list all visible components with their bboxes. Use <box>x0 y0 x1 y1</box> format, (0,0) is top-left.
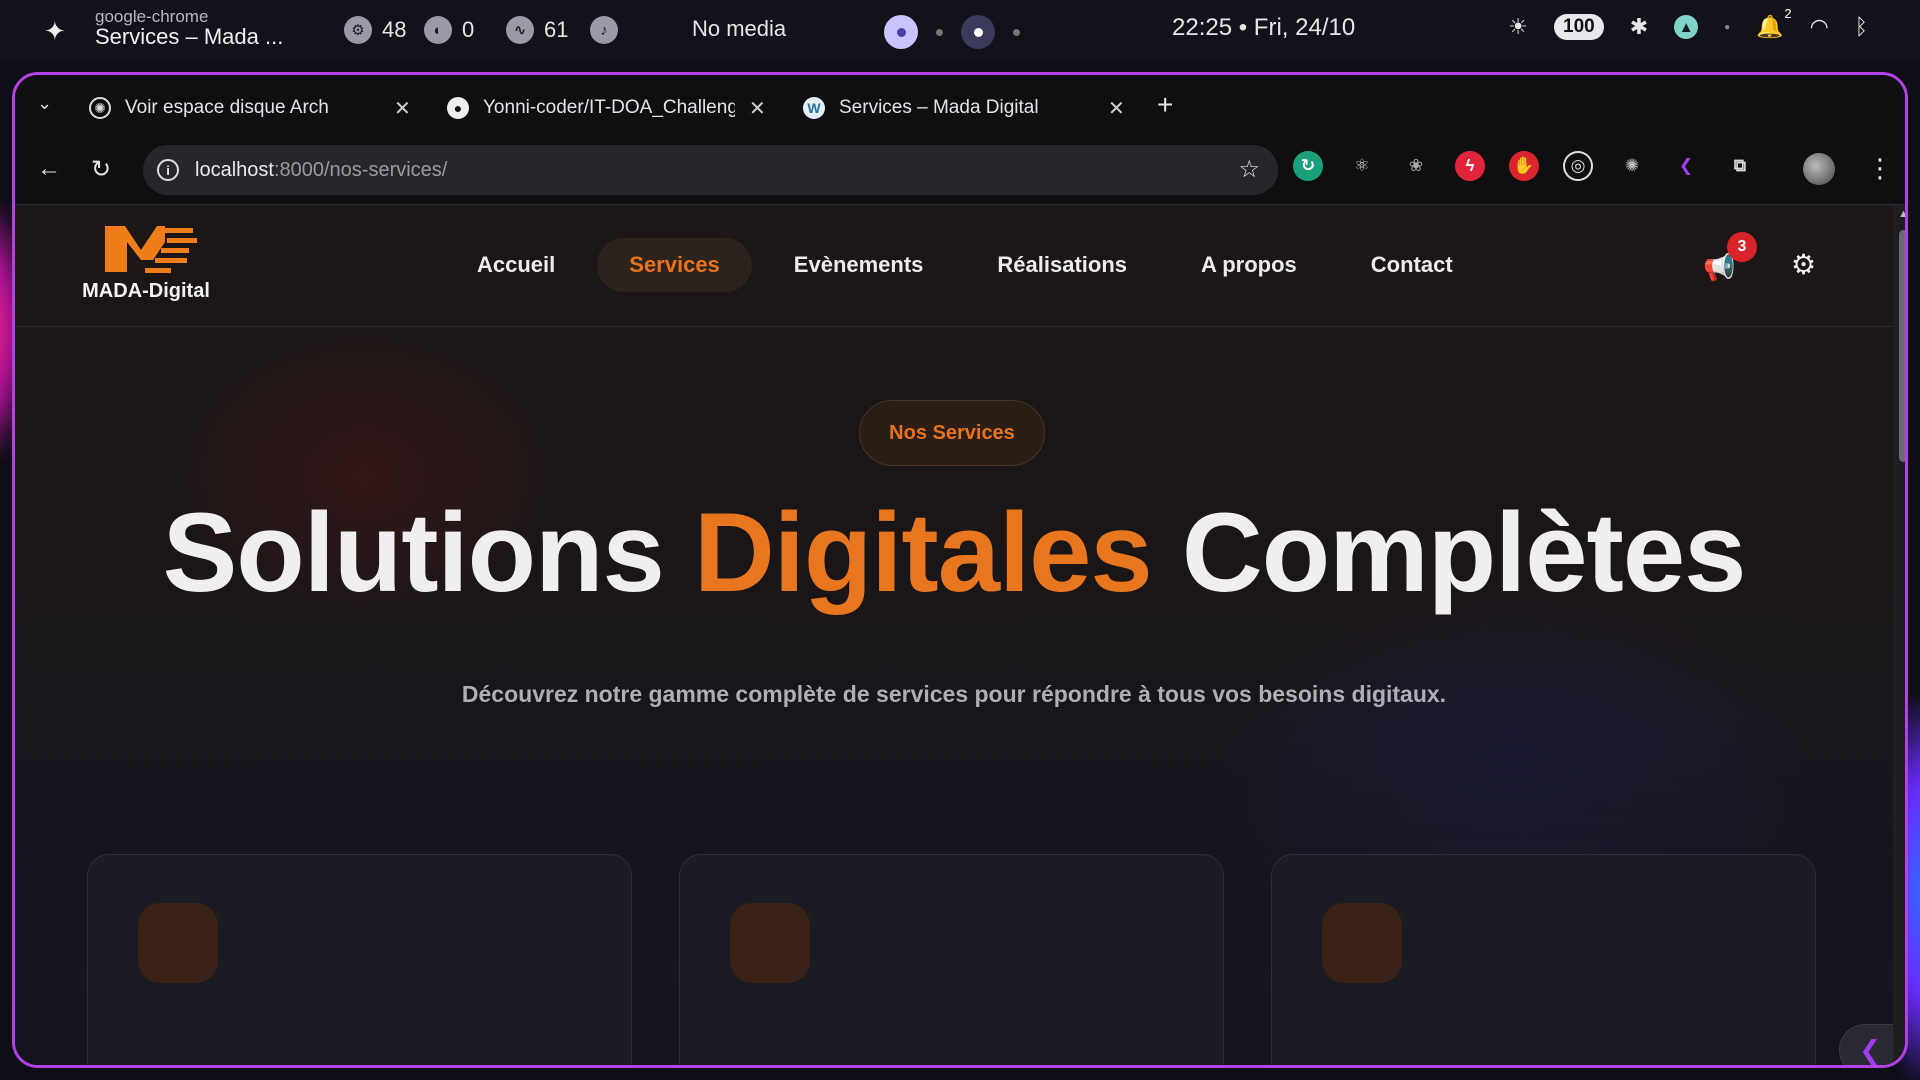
site-header: MADA-Digital Accueil Services Evènements… <box>15 206 1893 327</box>
notifications-icon[interactable]: 🔔 2 <box>1756 6 1792 40</box>
ram-stat: ∿ 61 <box>506 16 568 44</box>
workspace-1[interactable] <box>884 15 918 49</box>
tab-chatgpt[interactable]: ✺ Voir espace disque Arch ✕ <box>89 85 411 131</box>
ram-icon: ∿ <box>506 16 534 44</box>
nav-link-evenements[interactable]: Evènements <box>762 238 956 292</box>
window-title: Services – Mada ... <box>95 24 284 49</box>
close-tab-icon[interactable]: ✕ <box>749 96 766 121</box>
service-card[interactable] <box>1271 854 1816 1065</box>
cpu-stat: ⚙ 48 <box>344 16 406 44</box>
chatgpt-extension-icon[interactable]: ✺ <box>1617 151 1647 181</box>
notification-count: 2 <box>1784 6 1792 21</box>
wappalyzer-float-button[interactable]: ❮ <box>1839 1024 1893 1065</box>
cpu-value: 48 <box>382 17 407 42</box>
brightness-icon[interactable]: ☀ <box>1508 14 1528 40</box>
url-host: localhost <box>195 158 274 181</box>
back-button[interactable]: ← <box>37 155 61 183</box>
service-card-icon <box>730 903 810 983</box>
hero-title: Solutions Digitales Complètes <box>15 488 1893 617</box>
extensions-row: ↻ ⚛ ❀ ϟ ✋ ◎ ✺ ❮ ⧉ <box>1293 151 1755 181</box>
tab-label: Voir espace disque Arch <box>125 97 329 118</box>
system-tray: ☀ 100 ✱ ▲ ● 🔔 2 ◠ ᛒ <box>1508 6 1868 40</box>
gpu-stat: ◐ 0 <box>424 16 474 44</box>
new-tab-button[interactable]: + <box>1157 89 1173 121</box>
main-nav: Accueil Services Evènements Réalisations… <box>445 238 1485 292</box>
launcher-icon[interactable]: ✦ <box>44 16 66 47</box>
announcement-badge: 3 <box>1727 232 1757 262</box>
browser-toolbar: ← ↻ i localhost:8000/nos-services/ ☆ ↻ ⚛… <box>15 137 1905 205</box>
vpn-icon[interactable]: ▲ <box>1674 15 1699 39</box>
profile-avatar[interactable] <box>1803 153 1835 185</box>
ram-value: 61 <box>544 17 569 42</box>
adblock-extension-icon[interactable]: ✋ <box>1509 151 1539 181</box>
logo-mark-icon <box>105 226 197 273</box>
page-scrollbar[interactable]: ▲ ▼ <box>1895 206 1905 1065</box>
site-info-icon[interactable]: i <box>157 159 179 181</box>
cpu-icon: ⚙ <box>344 16 372 44</box>
workspace-3[interactable] <box>961 15 995 49</box>
wifi-icon[interactable]: ◠ <box>1810 14 1829 40</box>
scroll-thumb[interactable] <box>1899 230 1905 462</box>
logo-text: MADA-Digital <box>82 280 210 302</box>
scroll-up-arrow-icon[interactable]: ▲ <box>1898 208 1905 220</box>
tab-search-dropdown-icon[interactable]: ⌄ <box>37 93 52 114</box>
url-path: :8000/nos-services/ <box>273 158 448 181</box>
bolt-extension-icon[interactable]: ϟ <box>1455 151 1485 181</box>
hero-title-accent: Digitales <box>693 490 1153 615</box>
battery-indicator[interactable]: 100 <box>1554 14 1604 40</box>
media-label[interactable]: No media <box>692 16 786 42</box>
nav-link-a-propos[interactable]: A propos <box>1169 238 1329 292</box>
page-viewport: MADA-Digital Accueil Services Evènements… <box>15 206 1893 1065</box>
nav-link-realisations[interactable]: Réalisations <box>965 238 1159 292</box>
tab-strip: ⌄ ✺ Voir espace disque Arch ✕ ● Yonni-co… <box>15 75 1905 137</box>
system-bar: ✦ google-chrome Services – Mada ... ⚙ 48… <box>0 0 1920 60</box>
hero-title-part2: Complètes <box>1151 490 1747 615</box>
nav-link-accueil[interactable]: Accueil <box>445 238 587 292</box>
wappalyzer-extension-icon[interactable]: ❮ <box>1671 151 1701 181</box>
service-card[interactable] <box>87 854 632 1065</box>
hero-pill: Nos Services <box>859 400 1045 466</box>
close-tab-icon[interactable]: ✕ <box>1108 96 1125 121</box>
separator-dot: ● <box>1724 21 1731 33</box>
service-card-icon <box>1322 903 1402 983</box>
tab-label: Yonni-coder/IT-DOA_Challenge <box>483 97 735 118</box>
workspace-4[interactable] <box>1013 28 1020 36</box>
music-stat[interactable]: ♪ <box>590 16 618 44</box>
window-class: google-chrome <box>95 7 209 26</box>
music-note-icon: ♪ <box>590 16 618 44</box>
react-devtools-extension-icon[interactable]: ⚛ <box>1347 151 1377 181</box>
workspace-indicator <box>884 15 1020 49</box>
active-window-info: google-chrome Services – Mada ... <box>95 8 283 48</box>
tab-github[interactable]: ● Yonni-coder/IT-DOA_Challenge ✕ <box>447 85 766 131</box>
browser-menu-icon[interactable]: ⋮ <box>1867 153 1893 184</box>
extensions-puzzle-icon[interactable]: ⧉ <box>1725 151 1755 181</box>
browser-window: ⌄ ✺ Voir espace disque Arch ✕ ● Yonni-co… <box>12 72 1908 1068</box>
bluetooth-status-icon[interactable]: ᛒ <box>1855 14 1868 40</box>
clock[interactable]: 22:25 • Fri, 24/10 <box>1172 14 1355 42</box>
bookmark-star-icon[interactable]: ☆ <box>1238 155 1260 184</box>
tab-mada-services[interactable]: W Services – Mada Digital ✕ <box>803 85 1125 131</box>
redux-extension-icon[interactable]: ❀ <box>1401 151 1431 181</box>
openai-icon: ✺ <box>89 97 111 119</box>
target-extension-icon[interactable]: ◎ <box>1563 151 1593 181</box>
nav-link-contact[interactable]: Contact <box>1339 238 1485 292</box>
address-bar[interactable]: i localhost:8000/nos-services/ ☆ <box>143 145 1278 195</box>
reload-button[interactable]: ↻ <box>91 155 111 184</box>
workspace-2[interactable] <box>936 28 943 36</box>
service-card-icon <box>138 903 218 983</box>
gpu-value: 0 <box>462 17 475 42</box>
nav-link-services[interactable]: Services <box>597 238 752 292</box>
close-tab-icon[interactable]: ✕ <box>394 96 411 121</box>
gpu-icon: ◐ <box>424 16 452 44</box>
settings-gear-icon[interactable]: ⚙ <box>1791 248 1816 281</box>
bluetooth-icon[interactable]: ✱ <box>1630 14 1648 40</box>
wordpress-icon: W <box>803 97 825 119</box>
github-icon: ● <box>447 97 469 119</box>
hero-subtitle: Découvrez notre gamme complète de servic… <box>461 681 1447 707</box>
tab-label: Services – Mada Digital <box>839 97 1039 118</box>
service-card[interactable] <box>679 854 1224 1065</box>
site-logo[interactable]: MADA-Digital <box>71 220 221 310</box>
grammarly-extension-icon[interactable]: ↻ <box>1293 151 1323 181</box>
hero-title-part1: Solutions <box>162 490 694 615</box>
